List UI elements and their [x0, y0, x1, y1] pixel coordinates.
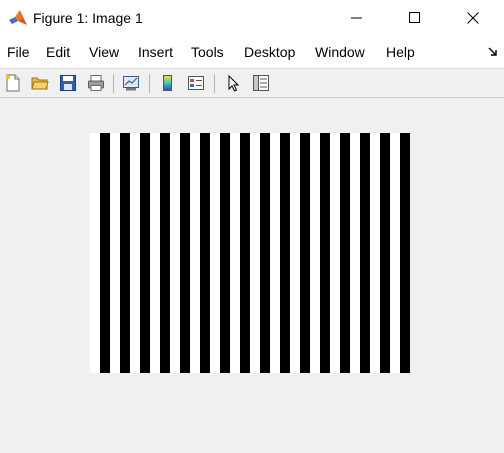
maximize-button[interactable] [386, 0, 444, 36]
figure-toolbar [0, 68, 504, 98]
menu-desktop[interactable]: Desktop [244, 43, 295, 61]
new-figure-icon [6, 74, 20, 92]
open-file-icon [31, 77, 49, 90]
menu-edit[interactable]: Edit [46, 43, 70, 61]
link-plot-icon [123, 76, 139, 91]
figure-canvas[interactable] [0, 98, 504, 453]
menu-help[interactable]: Help [386, 43, 415, 61]
black-stripe [200, 133, 210, 373]
menu-insert[interactable]: Insert [138, 43, 173, 61]
black-stripe [260, 133, 270, 373]
close-button[interactable] [444, 0, 502, 36]
toolbar-separator [149, 74, 150, 93]
save-button[interactable] [57, 72, 79, 94]
black-stripe [380, 133, 390, 373]
toolbar-separator [214, 74, 215, 93]
dock-figure-icon[interactable] [487, 45, 499, 57]
menu-tools[interactable]: Tools [191, 43, 224, 61]
edit-plot-icon [228, 74, 240, 92]
property-inspector-button[interactable] [250, 72, 272, 94]
menu-file[interactable]: File [7, 43, 30, 61]
black-stripe [360, 133, 370, 373]
black-stripe [300, 133, 310, 373]
menu-view[interactable]: View [89, 43, 119, 61]
black-stripe [160, 133, 170, 373]
insert-colorbar-icon [163, 75, 172, 91]
open-file-button[interactable] [29, 72, 51, 94]
maximize-icon [409, 12, 420, 23]
black-stripe [240, 133, 250, 373]
print-icon [88, 75, 104, 91]
black-stripe [140, 133, 150, 373]
black-stripe [280, 133, 290, 373]
close-icon [467, 12, 479, 24]
print-button[interactable] [85, 72, 107, 94]
window-title: Figure 1: Image 1 [33, 10, 143, 26]
edit-plot-button[interactable] [222, 72, 244, 94]
matlab-logo-icon [8, 8, 28, 28]
insert-legend-icon [188, 76, 204, 90]
link-plot-button[interactable] [120, 72, 142, 94]
title-bar[interactable]: Figure 1: Image 1 [0, 0, 504, 36]
menu-window[interactable]: Window [315, 43, 365, 61]
figure-window: Figure 1: Image 1 File Edit View Insert … [0, 0, 504, 453]
black-stripe [180, 133, 190, 373]
property-inspector-icon [253, 75, 269, 91]
minimize-button[interactable] [328, 0, 386, 36]
black-stripe [400, 133, 410, 373]
toolbar-separator [113, 74, 114, 93]
black-stripe [120, 133, 130, 373]
black-stripe [320, 133, 330, 373]
menu-bar: File Edit View Insert Tools Desktop Wind… [0, 36, 504, 68]
stripe-image [90, 133, 410, 373]
black-stripe [340, 133, 350, 373]
save-icon [60, 75, 76, 91]
black-stripe [100, 133, 110, 373]
minimize-icon [351, 17, 362, 19]
black-stripe [220, 133, 230, 373]
insert-colorbar-button[interactable] [157, 72, 179, 94]
insert-legend-button[interactable] [185, 72, 207, 94]
new-figure-button[interactable] [2, 72, 24, 94]
